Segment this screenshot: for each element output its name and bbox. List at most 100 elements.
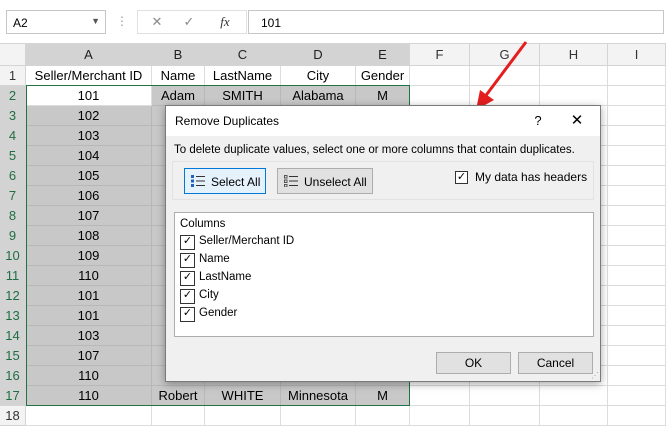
cell-d1[interactable]: City <box>281 66 356 86</box>
name-box[interactable]: A2 ▼ <box>6 10 106 34</box>
cell-a4[interactable]: 103 <box>26 126 152 146</box>
cancel-button[interactable]: Cancel <box>518 352 593 374</box>
cell-i10[interactable] <box>608 246 666 266</box>
cell-i9[interactable] <box>608 226 666 246</box>
checkbox-checked-icon[interactable]: ✓ <box>180 253 195 268</box>
cell-i4[interactable] <box>608 126 666 146</box>
cell-a15[interactable]: 107 <box>26 346 152 366</box>
cell-b18[interactable] <box>152 406 205 426</box>
cell-c1[interactable]: LastName <box>205 66 281 86</box>
cell-i6[interactable] <box>608 166 666 186</box>
cell-e1[interactable]: Gender <box>356 66 410 86</box>
cell-a12[interactable]: 101 <box>26 286 152 306</box>
cell-a14[interactable]: 103 <box>26 326 152 346</box>
insert-function-icon[interactable]: fx <box>214 14 236 32</box>
cell-a9[interactable]: 108 <box>26 226 152 246</box>
cell-i3[interactable] <box>608 106 666 126</box>
cell-f1[interactable] <box>410 66 470 86</box>
close-icon[interactable]: ✕ <box>564 109 590 133</box>
row-header-16[interactable]: 16 <box>0 366 26 386</box>
cell-a8[interactable]: 107 <box>26 206 152 226</box>
dialog-titlebar[interactable]: Remove Duplicates ? ✕ <box>166 106 600 136</box>
cell-g17[interactable] <box>470 386 540 406</box>
cell-i17[interactable] <box>608 386 666 406</box>
row-header-14[interactable]: 14 <box>0 326 26 346</box>
row-header-13[interactable]: 13 <box>0 306 26 326</box>
cell-a3[interactable]: 102 <box>26 106 152 126</box>
cell-d18[interactable] <box>281 406 356 426</box>
cancel-formula-icon[interactable]: ✕ <box>146 14 168 32</box>
row-header-18[interactable]: 18 <box>0 406 26 426</box>
column-header-d[interactable]: D <box>281 44 356 66</box>
cell-b1[interactable]: Name <box>152 66 205 86</box>
checkbox-checked-icon[interactable]: ✓ <box>455 171 468 184</box>
cell-e18[interactable] <box>356 406 410 426</box>
cell-a17[interactable]: 110 <box>26 386 152 406</box>
cell-a10[interactable]: 109 <box>26 246 152 266</box>
cell-e2[interactable]: M <box>356 86 410 106</box>
select-all-corner[interactable] <box>0 44 26 66</box>
row-header-1[interactable]: 1 <box>0 66 26 86</box>
column-header-b[interactable]: B <box>152 44 205 66</box>
cell-b17[interactable]: Robert <box>152 386 205 406</box>
unselect-all-button[interactable]: Unselect All <box>277 168 373 194</box>
column-header-a[interactable]: A <box>26 44 152 66</box>
checkbox-checked-icon[interactable]: ✓ <box>180 235 195 250</box>
help-button[interactable]: ? <box>526 109 550 133</box>
cell-a13[interactable]: 101 <box>26 306 152 326</box>
column-header-i[interactable]: I <box>608 44 666 66</box>
cell-i7[interactable] <box>608 186 666 206</box>
cell-i16[interactable] <box>608 366 666 386</box>
cell-a1[interactable]: Seller/Merchant ID <box>26 66 152 86</box>
chevron-down-icon[interactable]: ▼ <box>91 16 100 26</box>
select-all-button[interactable]: Select All <box>184 168 266 194</box>
cell-c18[interactable] <box>205 406 281 426</box>
cell-a5[interactable]: 104 <box>26 146 152 166</box>
cell-f2[interactable] <box>410 86 470 106</box>
row-header-8[interactable]: 8 <box>0 206 26 226</box>
cell-i15[interactable] <box>608 346 666 366</box>
cell-f18[interactable] <box>410 406 470 426</box>
cell-i8[interactable] <box>608 206 666 226</box>
column-header-f[interactable]: F <box>410 44 470 66</box>
column-header-c[interactable]: C <box>205 44 281 66</box>
cell-b2[interactable]: Adam <box>152 86 205 106</box>
cell-i12[interactable] <box>608 286 666 306</box>
cell-i5[interactable] <box>608 146 666 166</box>
cell-e17[interactable]: M <box>356 386 410 406</box>
cell-i2[interactable] <box>608 86 666 106</box>
cell-a6[interactable]: 105 <box>26 166 152 186</box>
cell-a18[interactable] <box>26 406 152 426</box>
row-header-15[interactable]: 15 <box>0 346 26 366</box>
column-header-e[interactable]: E <box>356 44 410 66</box>
cell-a7[interactable]: 106 <box>26 186 152 206</box>
cell-f17[interactable] <box>410 386 470 406</box>
cell-i18[interactable] <box>608 406 666 426</box>
row-header-2[interactable]: 2 <box>0 86 26 106</box>
cell-h2[interactable] <box>540 86 608 106</box>
checkbox-checked-icon[interactable]: ✓ <box>180 271 195 286</box>
row-header-3[interactable]: 3 <box>0 106 26 126</box>
cell-c17[interactable]: WHITE <box>205 386 281 406</box>
ok-button[interactable]: OK <box>436 352 511 374</box>
row-header-12[interactable]: 12 <box>0 286 26 306</box>
row-header-11[interactable]: 11 <box>0 266 26 286</box>
row-header-9[interactable]: 9 <box>0 226 26 246</box>
cell-c2[interactable]: SMITH <box>205 86 281 106</box>
cell-i14[interactable] <box>608 326 666 346</box>
row-header-5[interactable]: 5 <box>0 146 26 166</box>
cell-i1[interactable] <box>608 66 666 86</box>
cell-h18[interactable] <box>540 406 608 426</box>
enter-formula-icon[interactable]: ✓ <box>178 14 200 32</box>
cell-h1[interactable] <box>540 66 608 86</box>
row-header-7[interactable]: 7 <box>0 186 26 206</box>
column-header-h[interactable]: H <box>540 44 608 66</box>
resize-grip-icon[interactable]: ⋰ <box>591 372 599 380</box>
row-header-17[interactable]: 17 <box>0 386 26 406</box>
row-header-10[interactable]: 10 <box>0 246 26 266</box>
row-header-4[interactable]: 4 <box>0 126 26 146</box>
cell-i11[interactable] <box>608 266 666 286</box>
cell-d17[interactable]: Minnesota <box>281 386 356 406</box>
cell-d2[interactable]: Alabama <box>281 86 356 106</box>
formula-input[interactable]: 101 <box>248 10 664 34</box>
